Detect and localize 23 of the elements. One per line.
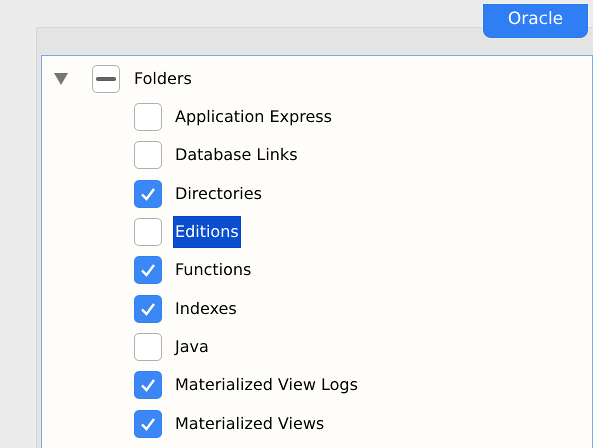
- tree-item[interactable]: Database Links: [173, 139, 300, 172]
- tree-item[interactable]: Directories: [173, 178, 264, 210]
- checkbox[interactable]: [134, 256, 162, 284]
- checkbox[interactable]: [134, 103, 162, 132]
- checkbox[interactable]: [134, 218, 162, 246]
- checkbox[interactable]: [134, 180, 162, 208]
- tree-item[interactable]: Functions: [173, 254, 254, 286]
- checkbox[interactable]: [134, 294, 162, 323]
- expanded-triangle-icon[interactable]: [54, 73, 68, 85]
- checkbox[interactable]: [92, 65, 120, 93]
- dash-icon: [96, 77, 116, 81]
- tree-item[interactable]: Java: [173, 330, 211, 363]
- tree-item[interactable]: Folders: [132, 67, 194, 91]
- checkbox[interactable]: [134, 332, 162, 361]
- checkbox[interactable]: [134, 141, 162, 170]
- tree-item[interactable]: Application Express: [173, 101, 334, 134]
- checkbox[interactable]: [134, 371, 162, 400]
- tree-item[interactable]: Materialized View Logs: [173, 369, 360, 402]
- tab[interactable]: Oracle: [483, 4, 588, 38]
- tree-item[interactable]: Indexes: [173, 292, 239, 325]
- tree-item[interactable]: Editions: [173, 216, 241, 248]
- tree-item[interactable]: Materialized Views: [173, 408, 326, 440]
- checkbox[interactable]: [134, 410, 162, 438]
